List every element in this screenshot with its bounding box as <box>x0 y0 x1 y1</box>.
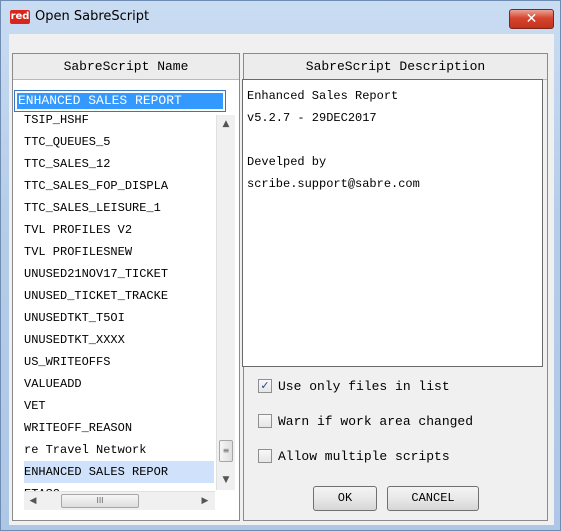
script-list-item[interactable]: UNUSEDTKT_XXXX <box>24 329 214 351</box>
script-description-box[interactable]: Enhanced Sales Report v5.2.7 - 29DEC2017… <box>242 79 543 367</box>
script-list-item[interactable]: VALUEADD <box>24 373 214 395</box>
script-list-item[interactable]: TTC_SALES_FOP_DISPLA <box>24 175 214 197</box>
use-only-files-in-list-checkbox[interactable]: ✓ <box>258 379 272 393</box>
window-title: Open SabreScript <box>35 9 150 24</box>
description-line: scribe.support@sabre.com <box>247 177 420 191</box>
scroll-down-arrow-icon[interactable]: ▼ <box>217 471 235 489</box>
ok-button[interactable]: OK <box>313 486 377 511</box>
warn-if-work-area-changed-label[interactable]: Warn if work area changed <box>278 413 473 430</box>
title-bar[interactable]: red Open SabreScript ✕ <box>1 1 560 31</box>
close-button[interactable]: ✕ <box>509 9 554 29</box>
script-list-item[interactable]: UNUSED_TICKET_TRACKE <box>24 285 214 307</box>
script-name-header: SabreScript Name <box>13 54 239 80</box>
description-line: Enhanced Sales Report <box>247 89 399 103</box>
script-list-item[interactable]: ENHANCED SALES REPOR <box>24 461 214 483</box>
allow-multiple-scripts-checkbox[interactable] <box>258 449 272 463</box>
warn-if-work-area-changed-checkbox[interactable] <box>258 414 272 428</box>
cancel-button[interactable]: CANCEL <box>387 486 479 511</box>
script-list-item[interactable]: TTC_SALES_LEISURE_1 <box>24 197 214 219</box>
script-list-item[interactable]: TTC_SALES_12 <box>24 153 214 175</box>
script-list-item[interactable]: TVL PROFILES V2 <box>24 219 214 241</box>
scroll-left-arrow-icon[interactable]: ◀ <box>24 492 42 510</box>
script-list-vertical-scrollbar[interactable]: ▲ ≡ ▼ <box>216 115 235 490</box>
script-list-item[interactable]: TSIP_HSHF <box>24 109 214 131</box>
script-description-header: SabreScript Description <box>244 54 547 80</box>
script-list-item[interactable]: UNUSEDTKT_T5OI <box>24 307 214 329</box>
use-only-files-in-list-label[interactable]: Use only files in list <box>278 378 450 395</box>
script-list-item[interactable]: UNUSED21NOV17_TICKET <box>24 263 214 285</box>
script-name-input-value: ENHANCED SALES REPORT <box>17 93 223 109</box>
horizontal-scroll-thumb[interactable]: III <box>61 494 139 508</box>
script-list-item[interactable]: re Travel Network <box>24 439 214 461</box>
script-list-item[interactable]: TVL PROFILESNEW <box>24 241 214 263</box>
script-list-item[interactable]: VET <box>24 395 214 417</box>
script-list-horizontal-scrollbar[interactable]: ◀ III ▶ <box>24 491 215 510</box>
script-list-item[interactable]: TTC_QUEUES_5 <box>24 131 214 153</box>
script-list-item[interactable]: WRITEOFF_REASON <box>24 417 214 439</box>
scroll-thumb[interactable]: ≡ <box>219 440 233 462</box>
description-line: v5.2.7 - 29DEC2017 <box>247 111 377 125</box>
scroll-up-arrow-icon[interactable]: ▲ <box>217 115 235 133</box>
description-line: Develped by <box>247 155 327 169</box>
app-logo-icon: red <box>10 10 30 24</box>
script-list-item[interactable]: US_WRITEOFFS <box>24 351 214 373</box>
allow-multiple-scripts-label[interactable]: Allow multiple scripts <box>278 448 450 465</box>
scroll-right-arrow-icon[interactable]: ▶ <box>196 492 214 510</box>
